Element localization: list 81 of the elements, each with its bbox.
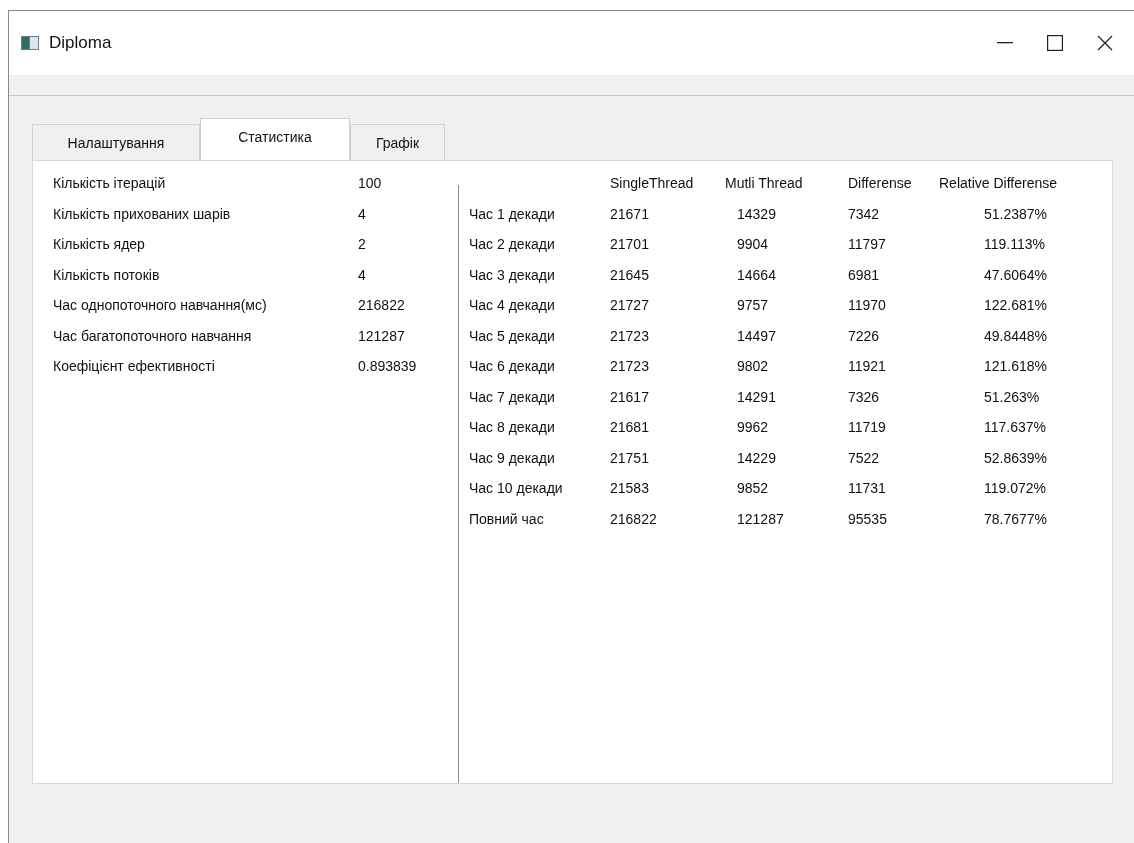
table-cell-text: 9904	[736, 236, 770, 254]
row-label: Час 3 декади	[469, 266, 556, 285]
close-icon	[1097, 35, 1113, 51]
table-cell-text: 14664	[736, 266, 777, 285]
table-cell-text: 9802	[736, 358, 770, 376]
table-cell-text: 14291	[736, 388, 777, 407]
table-cell-text: 7522	[848, 449, 881, 468]
window-title: Diploma	[49, 33, 113, 53]
table-cell-text: 121287	[736, 510, 785, 529]
table-cell-text: 95535	[848, 510, 888, 529]
row-label: Час 1 декади	[469, 205, 556, 224]
table-cell-text: 51.2387%	[983, 205, 1049, 224]
tab[interactable]: Графік	[350, 124, 445, 160]
table-cell-text: 21723	[610, 327, 650, 346]
row-label: Час 7 декади	[469, 388, 556, 407]
table-cell-text: 21681	[610, 419, 650, 437]
row-label: Час 6 декади	[469, 358, 556, 376]
stat-label: Коефіцієнт ефективності	[53, 358, 216, 376]
table-cell-text: 51.263%	[983, 388, 1041, 407]
table-cell-text: 119.113%	[983, 236, 1046, 254]
row-label: Час 10 декади	[469, 480, 564, 498]
table-cell-text: 7326	[848, 388, 881, 407]
table-cell-text: 21727	[610, 297, 650, 315]
table-cell-text: 21645	[610, 266, 650, 285]
row-label: Час 9 декади	[469, 449, 556, 468]
stat-value: 216822	[358, 297, 406, 315]
stat-value: 4	[358, 205, 367, 224]
stat-label: Кількість ітерацій	[53, 175, 167, 193]
column-header: Mutli Thread	[725, 175, 804, 193]
table-cell-text: 11921	[848, 358, 887, 376]
column-header: Differense	[848, 175, 913, 193]
table-cell-text: 7342	[848, 205, 881, 224]
stat-value: 0.893839	[358, 358, 418, 376]
table-cell-text: 6981	[848, 266, 881, 285]
table-cell-text: 47.6064%	[983, 266, 1049, 285]
table-cell-text: 9852	[736, 480, 770, 498]
table-cell-text: 9757	[736, 297, 770, 315]
stat-value: 121287	[358, 327, 406, 346]
table-cell-text: 21723	[610, 358, 650, 376]
column-header: SingleThread	[610, 175, 695, 193]
table-cell-text: 119.072%	[983, 480, 1047, 498]
table-cell-text: 21751	[610, 449, 650, 468]
table-cell-text: 14329	[736, 205, 777, 224]
stat-value: 4	[358, 266, 367, 285]
stat-label: Кількість ядер	[53, 236, 146, 254]
table-cell-text: 49.8448%	[983, 327, 1049, 346]
stat-label: Кількість прихованих шарів	[53, 205, 232, 224]
table-cell-text: 11797	[848, 236, 887, 254]
table-cell-text: 78.7677%	[983, 510, 1049, 529]
table-cell-text: 122.681%	[983, 297, 1049, 315]
row-label: Повний час	[469, 510, 545, 529]
column-header: Relative Differense	[939, 175, 1059, 193]
table-cell-text: 21671	[610, 205, 650, 224]
tab[interactable]: Налаштування	[32, 124, 200, 160]
table-cell-text: 52.8639%	[983, 449, 1049, 468]
row-label: Час 4 декади	[469, 297, 556, 315]
table-cell-text: 21617	[610, 388, 650, 407]
stat-value: 100	[358, 175, 383, 193]
stat-label: Час багатопоточного навчання	[53, 327, 253, 346]
table-cell-text: 216822	[610, 510, 658, 529]
table-cell-text: 21583	[610, 480, 650, 498]
table-cell-text: 121.618%	[983, 358, 1049, 376]
table-cell-text: 11970	[848, 297, 887, 315]
stat-value: 2	[358, 236, 367, 254]
app-icon	[21, 36, 39, 50]
minimize-icon	[997, 42, 1013, 44]
row-label: Час 5 декади	[469, 327, 556, 346]
table-cell-text: 14229	[736, 449, 777, 468]
table-cell-text: 11731	[848, 480, 887, 498]
table-cell-text: 21701	[610, 236, 650, 254]
stat-label: Кількість потоків	[53, 266, 161, 285]
tab[interactable]: Статистика	[200, 118, 350, 160]
table-cell-text: 11719	[848, 419, 887, 437]
table-cell-text: 9962	[736, 419, 770, 437]
table-cell-text: 14497	[736, 327, 777, 346]
maximize-icon	[1047, 35, 1063, 51]
table-cell-text: 7226	[848, 327, 881, 346]
stat-label: Час однопоточного навчання(мс)	[53, 297, 268, 315]
table-cell-text: 117.637%	[983, 419, 1047, 437]
row-label: Час 8 декади	[469, 419, 556, 437]
row-label: Час 2 декади	[469, 236, 556, 254]
